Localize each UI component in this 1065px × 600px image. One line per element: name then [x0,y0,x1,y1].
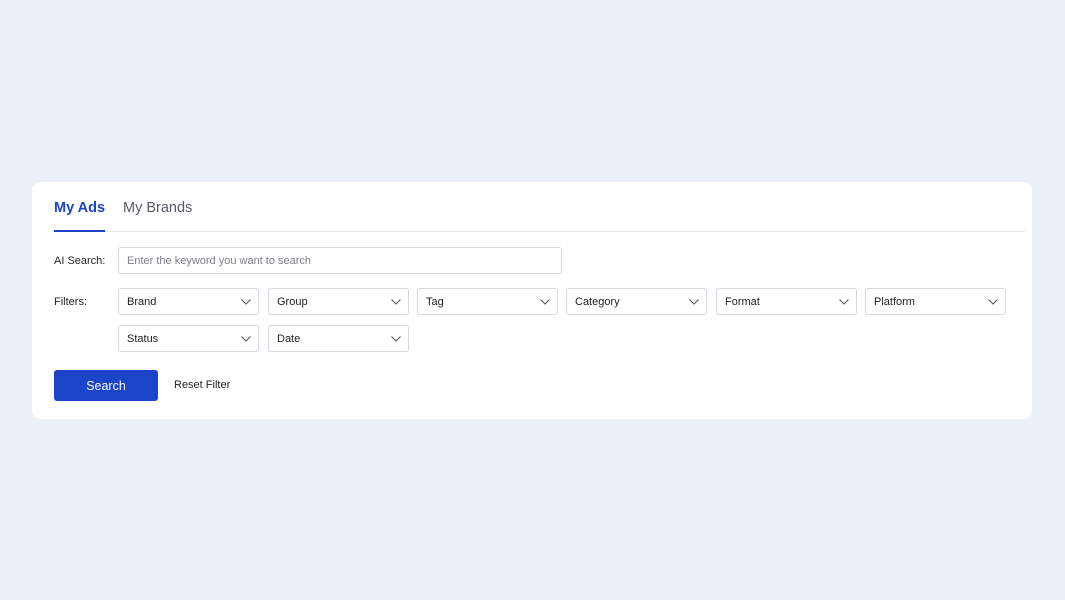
filter-brand-label: Brand [127,296,157,308]
chevron-down-icon [689,299,699,305]
filter-brand-select[interactable]: Brand [118,288,259,315]
filter-format-label: Format [725,296,760,308]
ai-search-label: AI Search: [54,255,106,267]
reset-filter-button[interactable]: Reset Filter [174,379,230,391]
filters-label: Filters: [54,296,87,308]
tab-my-brands[interactable]: My Brands [123,199,192,217]
chevron-down-icon [839,299,849,305]
filter-category-label: Category [575,296,620,308]
filter-platform-label: Platform [874,296,915,308]
filter-status-select[interactable]: Status [118,325,259,352]
search-panel: My Ads My Brands AI Search: Filters: Bra… [32,182,1032,419]
chevron-down-icon [241,299,251,305]
filter-status-label: Status [127,333,159,345]
ai-search-input[interactable] [118,247,562,274]
search-button[interactable]: Search [54,370,158,401]
chevron-down-icon [241,336,251,342]
tab-bar: My Ads My Brands [54,182,1025,232]
filter-group-select[interactable]: Group [268,288,409,315]
tab-my-ads[interactable]: My Ads [54,199,106,232]
filter-date-select[interactable]: Date [268,325,409,352]
filter-tag-label: Tag [426,296,444,308]
filter-category-select[interactable]: Category [566,288,707,315]
filter-group-label: Group [277,296,308,308]
filter-tag-select[interactable]: Tag [417,288,558,315]
chevron-down-icon [540,299,550,305]
filter-format-select[interactable]: Format [716,288,857,315]
chevron-down-icon [391,336,401,342]
filter-date-label: Date [277,333,301,345]
chevron-down-icon [988,299,998,305]
filter-platform-select[interactable]: Platform [865,288,1006,315]
chevron-down-icon [391,299,401,305]
